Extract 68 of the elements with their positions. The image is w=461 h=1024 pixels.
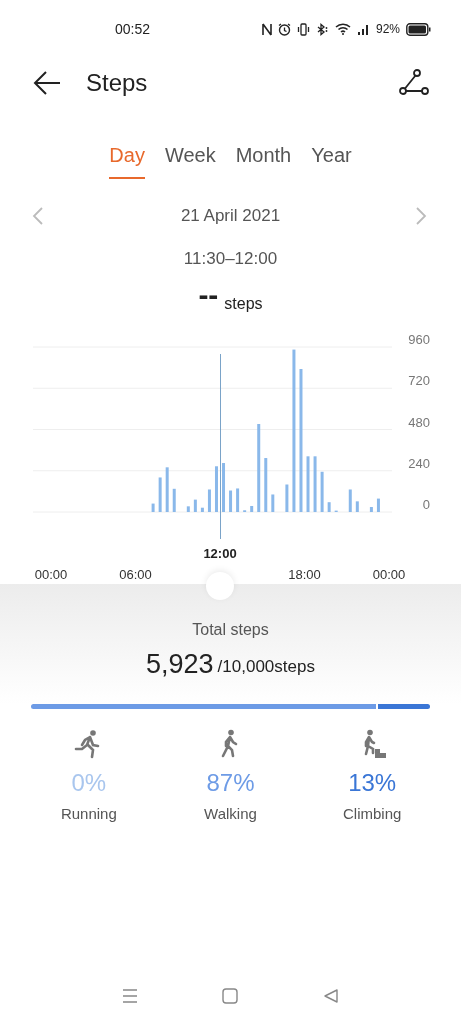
wifi-icon: [334, 23, 351, 35]
x-axis-label: 00:00: [372, 566, 406, 582]
menu-icon[interactable]: [122, 989, 139, 1003]
step-bar: [271, 493, 275, 512]
activity-percent: 87%: [206, 767, 255, 798]
period-tab[interactable]: Month: [235, 139, 292, 179]
time-range: 11:30–12:00: [182, 248, 279, 270]
step-bar: [229, 490, 233, 512]
step-bar: [222, 462, 225, 512]
activity-percent: 0%: [71, 767, 107, 798]
step-bar: [186, 505, 190, 512]
step-bar: [355, 500, 359, 512]
step-bar: [215, 465, 218, 512]
vibrate-icon: [296, 22, 310, 36]
status-time: 00:52: [115, 19, 151, 39]
x-axis-label: 00:00: [34, 566, 68, 582]
step-bar: [158, 476, 162, 512]
home-icon[interactable]: [222, 988, 239, 1004]
step-bar: [200, 507, 204, 512]
date-label: 21 April 2021: [180, 205, 281, 228]
slider-handle[interactable]: [206, 571, 234, 600]
bluetooth-icon: [315, 22, 329, 36]
page-title: Steps: [86, 68, 148, 98]
step-bar: [151, 503, 155, 512]
y-axis-label: 240: [408, 455, 430, 471]
total-steps: 5,923: [146, 647, 214, 680]
y-axis-label: 720: [408, 372, 430, 388]
x-axis-label: 06:00: [119, 566, 152, 582]
previous-day-button[interactable]: [32, 206, 46, 226]
period-tab[interactable]: Week: [164, 139, 216, 179]
back-icon[interactable]: [322, 988, 339, 1004]
step-bar: [376, 498, 380, 512]
step-bar: [306, 455, 310, 512]
step-bar: [236, 487, 240, 512]
activity-label: Running: [60, 803, 117, 824]
signal-icon: [356, 23, 370, 35]
step-bar: [264, 457, 268, 512]
next-day-button[interactable]: [415, 206, 429, 226]
y-axis-label: 480: [408, 414, 430, 429]
activity-label: Walking: [204, 803, 257, 824]
step-value: --: [198, 279, 219, 310]
battery-percent: 92%: [375, 21, 400, 38]
step-goal: /10,000steps: [217, 655, 315, 678]
step-bar: [172, 488, 176, 512]
battery-icon: [406, 22, 431, 36]
step-bar: [250, 505, 254, 512]
nfc-icon: [261, 22, 272, 36]
step-unit: steps: [224, 293, 263, 314]
step-bar: [320, 471, 324, 512]
step-bar: [285, 484, 289, 512]
step-bar: [243, 509, 247, 512]
alarm-icon: [277, 22, 291, 36]
route-button[interactable]: [399, 68, 429, 98]
period-tab[interactable]: Year: [311, 139, 352, 179]
total-label: Total steps: [192, 619, 269, 640]
step-bar: [207, 489, 211, 512]
step-bar: [369, 506, 373, 512]
activity-percent: 13%: [348, 767, 397, 798]
step-bar: [313, 455, 317, 512]
step-bar: [348, 489, 352, 512]
cursor-time: 12:00: [202, 544, 238, 563]
y-axis-label: 0: [422, 496, 430, 512]
step-bar: [165, 466, 169, 512]
step-bar: [327, 501, 331, 512]
step-bar: [193, 499, 197, 512]
activity-label: Climbing: [343, 803, 402, 824]
x-axis-label: 18:00: [288, 566, 321, 582]
y-axis-label: 960: [408, 333, 430, 347]
